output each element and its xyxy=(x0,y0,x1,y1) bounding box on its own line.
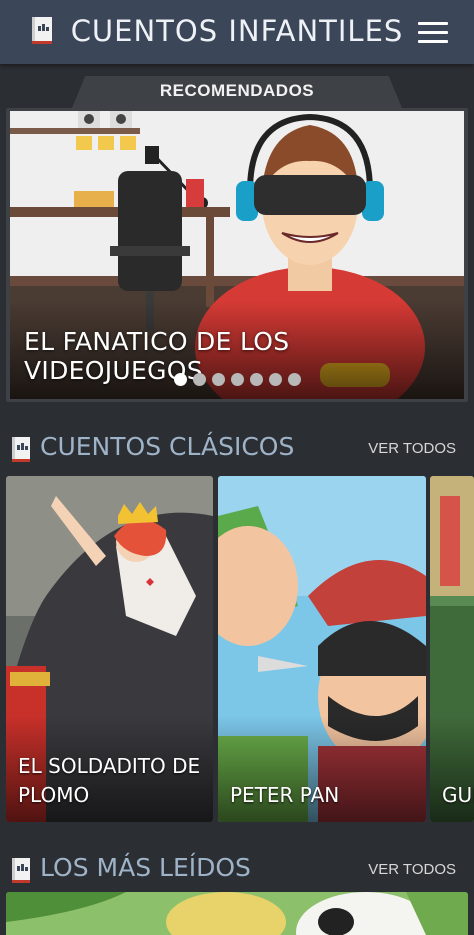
see-all-link[interactable]: VER TODOS xyxy=(368,440,456,457)
featured-carousel[interactable]: EL FANATICO DE LOS VIDEOJUEGOS xyxy=(6,108,468,402)
see-all-link[interactable]: VER TODOS xyxy=(368,861,456,878)
app-title: CUENTOS INFANTILES xyxy=(70,14,404,48)
section-title: LOS MÁS LEÍDOS xyxy=(40,853,251,882)
story-card[interactable]: EL SOLDADITO DE PLOMO xyxy=(6,476,213,822)
story-title: EL SOLDADITO DE PLOMO xyxy=(18,754,201,807)
carousel-dot[interactable] xyxy=(174,373,187,386)
hamburger-menu-icon[interactable] xyxy=(418,22,448,44)
section-header-most-read: LOS MÁS LEÍDOS VER TODOS xyxy=(0,853,474,885)
story-card[interactable]: PETER PAN xyxy=(218,476,426,822)
carousel-dot[interactable] xyxy=(250,373,263,386)
story-title: PETER PAN xyxy=(230,783,340,807)
book-icon xyxy=(10,436,32,464)
carousel-dot[interactable] xyxy=(231,373,244,386)
carousel-dot[interactable] xyxy=(212,373,225,386)
featured-slide[interactable]: EL FANATICO DE LOS VIDEOJUEGOS xyxy=(10,111,464,399)
story-illustration xyxy=(218,476,426,822)
story-illustration xyxy=(6,892,468,935)
story-title: GUL xyxy=(442,783,474,807)
carousel-indicator xyxy=(174,373,301,387)
carousel-dot[interactable] xyxy=(269,373,282,386)
story-card[interactable] xyxy=(6,892,468,935)
top-app-bar: CUENTOS INFANTILES xyxy=(0,0,474,64)
section-header-classics: CUENTOS CLÁSICOS VER TODOS xyxy=(0,432,474,464)
carousel-dot[interactable] xyxy=(288,373,301,386)
carousel-dot[interactable] xyxy=(193,373,206,386)
story-illustration xyxy=(430,476,474,822)
section-title: CUENTOS CLÁSICOS xyxy=(40,432,295,461)
recommended-label: RECOMENDADOS xyxy=(159,81,315,100)
story-card[interactable]: GUL xyxy=(430,476,474,822)
book-icon xyxy=(10,857,32,885)
